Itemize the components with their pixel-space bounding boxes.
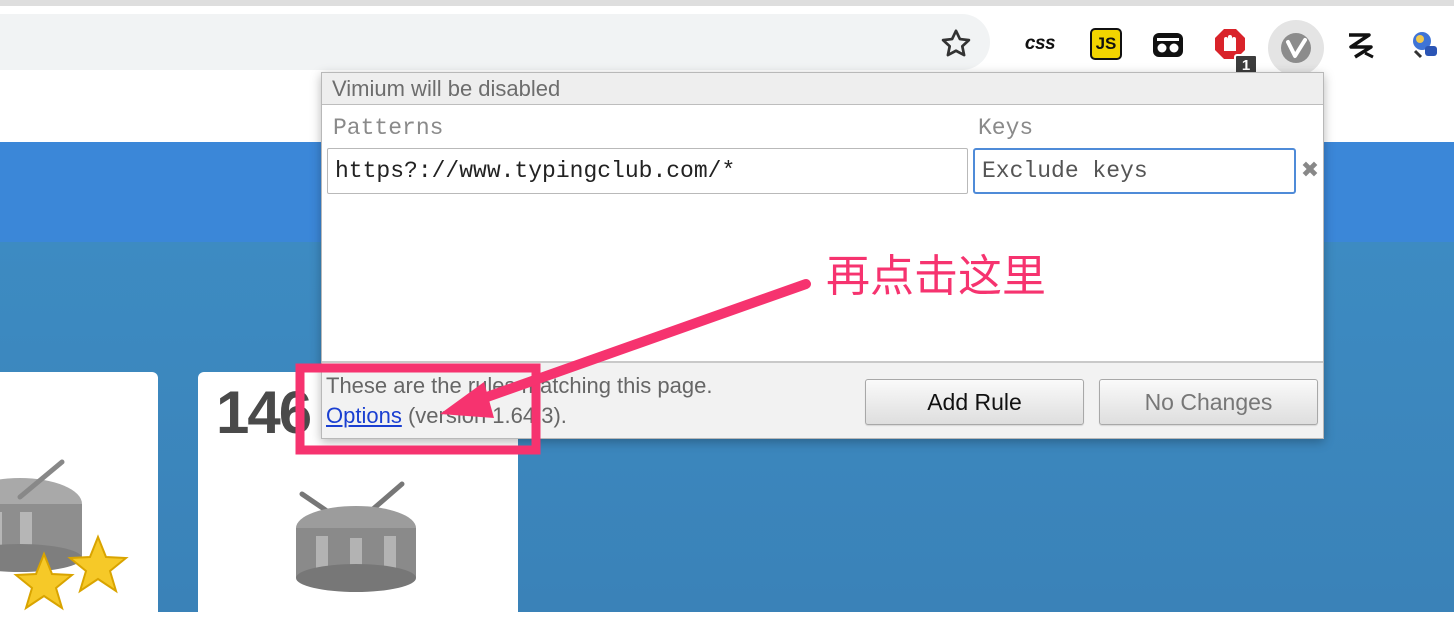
footer-version-line: Options (version 1.64.3). (326, 403, 567, 429)
address-bar[interactable] (0, 14, 990, 70)
keys-header: Keys (978, 115, 1034, 141)
version-text: (version 1.64.3). (407, 403, 567, 428)
lesson-card[interactable] (0, 372, 158, 632)
zigzag-icon[interactable] (1340, 24, 1380, 64)
browser-toolbar: css JS 1 (0, 6, 1454, 76)
exclude-keys-input[interactable] (973, 148, 1296, 194)
footer-text: These are the rules matching this page. (326, 373, 713, 398)
js-icon[interactable]: JS (1086, 24, 1126, 64)
popup-title: Vimium will be disabled (322, 73, 1323, 105)
add-rule-button[interactable]: Add Rule (865, 379, 1084, 425)
css-icon[interactable]: css (1020, 24, 1060, 64)
lesson-number: 146 (216, 379, 312, 446)
pattern-input[interactable] (327, 148, 968, 194)
vimium-icon[interactable] (1268, 20, 1324, 76)
vimium-popup: Vimium will be disabled Patterns Keys ✖ … (321, 72, 1324, 439)
extension-icon[interactable] (1404, 24, 1444, 64)
remove-rule-icon[interactable]: ✖ (1299, 157, 1321, 183)
drum-icon (0, 459, 129, 611)
patterns-header: Patterns (333, 115, 444, 141)
annotation-label: 再点击这里 (826, 251, 1046, 302)
glasses-icon[interactable] (1148, 24, 1188, 64)
popup-footer: These are the rules matching this page. … (322, 361, 1323, 438)
drum-icon (296, 481, 416, 592)
no-changes-button[interactable]: No Changes (1099, 379, 1318, 425)
options-link[interactable]: Options (326, 403, 402, 428)
star-icon[interactable] (938, 26, 974, 62)
